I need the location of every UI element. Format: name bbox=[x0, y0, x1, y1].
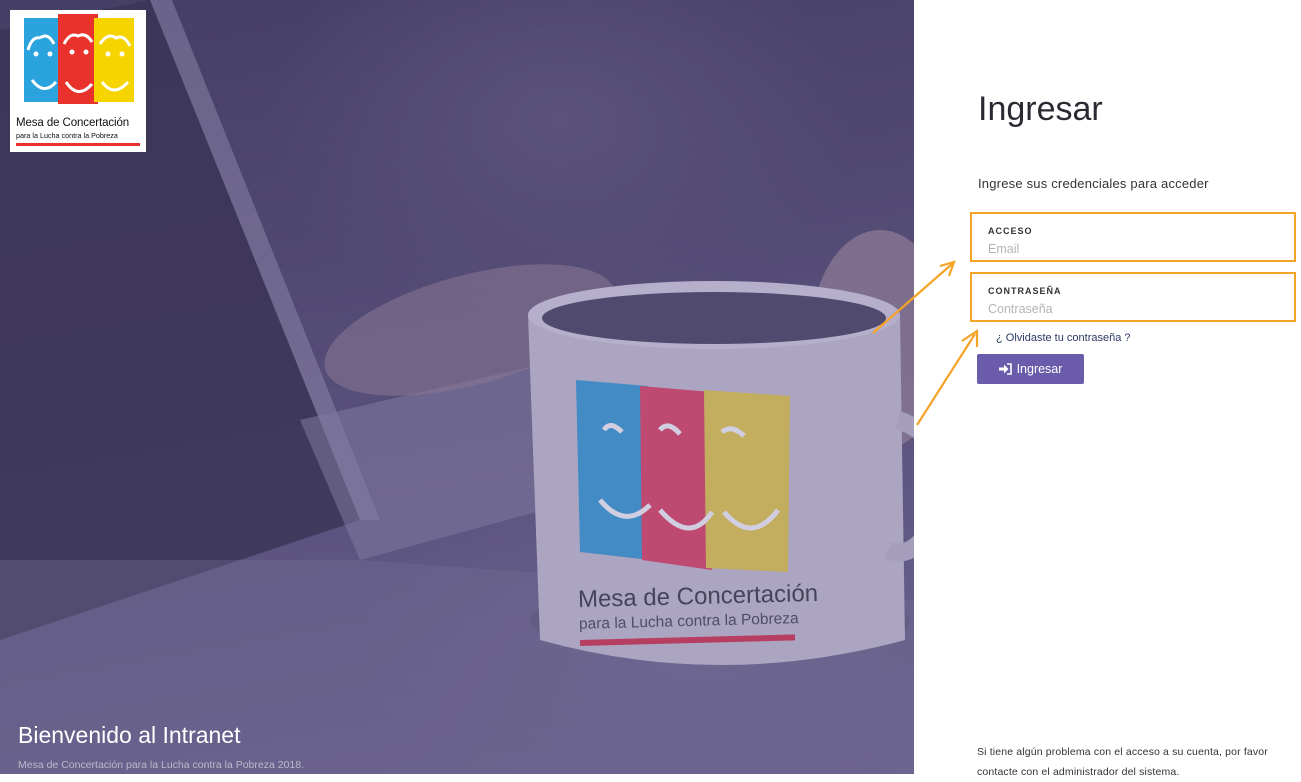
welcome-heading: Bienvenido al Intranet bbox=[18, 722, 241, 748]
hero-section: Mesa de Concertación para la Lucha contr… bbox=[0, 0, 914, 774]
hero-caption: Mesa de Concertación para la Lucha contr… bbox=[18, 759, 305, 771]
login-button-label: Ingresar bbox=[1016, 362, 1063, 376]
access-field-group: ACCESO bbox=[970, 212, 1296, 262]
password-field-group: CONTRASEÑA bbox=[970, 272, 1296, 322]
email-input[interactable] bbox=[988, 240, 1278, 258]
logo-faces-icon bbox=[24, 14, 134, 104]
login-panel: Ingresar Ingrese sus credenciales para a… bbox=[914, 0, 1301, 778]
login-button[interactable]: Ingresar bbox=[977, 354, 1084, 384]
password-label: CONTRASEÑA bbox=[988, 286, 1062, 296]
login-subtitle: Ingrese sus credenciales para acceder bbox=[978, 176, 1209, 191]
access-label: ACCESO bbox=[988, 226, 1033, 236]
help-text: Si tiene algún problema con el acceso a … bbox=[977, 746, 1268, 778]
sign-in-icon bbox=[998, 363, 1012, 375]
password-input[interactable] bbox=[988, 300, 1278, 318]
logo-underline bbox=[16, 143, 140, 146]
forgot-password-link[interactable]: ¿ Olvidaste tu contraseña ? bbox=[996, 332, 1131, 344]
organization-logo: Mesa de Concertación para la Lucha contr… bbox=[10, 10, 146, 152]
logo-title: Mesa de Concertación bbox=[16, 117, 130, 129]
login-title: Ingresar bbox=[978, 90, 1103, 128]
logo-subtitle: para la Lucha contra la Pobreza bbox=[16, 131, 118, 140]
